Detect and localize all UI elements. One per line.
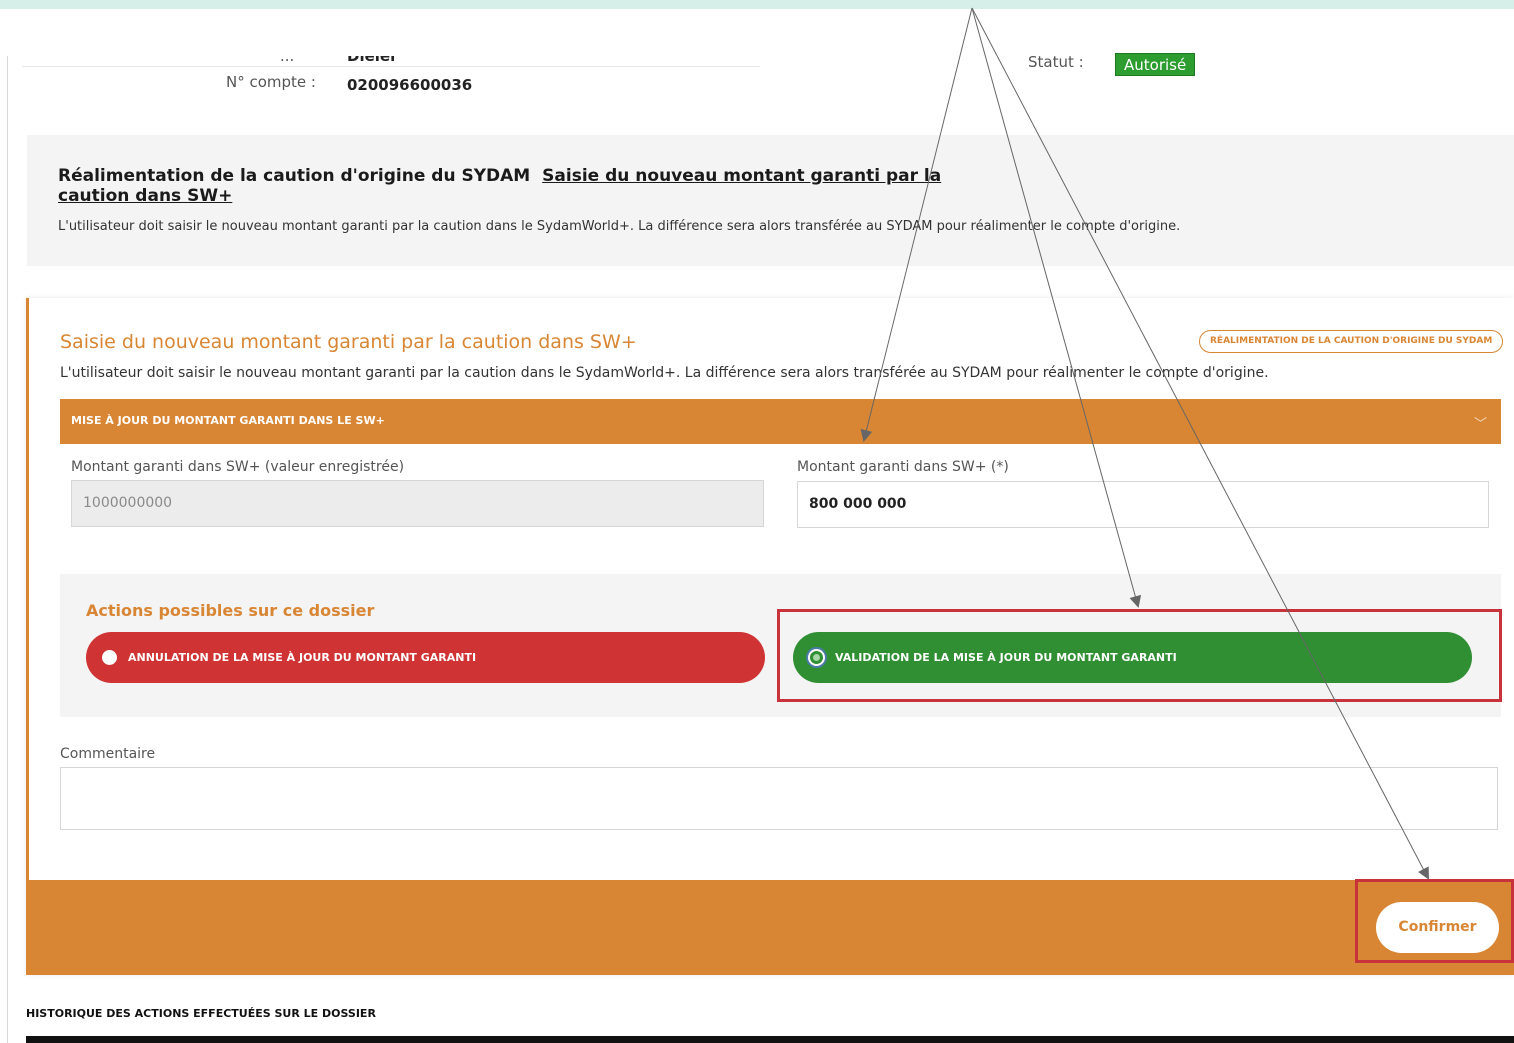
status-badge: Autorisé: [1115, 53, 1196, 76]
left-divider: [7, 56, 8, 1043]
validate-option-highlight: [777, 609, 1502, 702]
chevron-down-icon[interactable]: ﹀: [1474, 413, 1487, 432]
history-title: HISTORIQUE DES ACTIONS EFFECTUÉES SUR LE…: [26, 1007, 376, 1020]
procedure-info-box: Réalimentation de la caution d'origine d…: [27, 135, 1514, 266]
card-title: Saisie du nouveau montant garanti par la…: [60, 331, 637, 353]
account-number-value: 020096600036: [347, 76, 473, 94]
cancel-update-label: ANNULATION DE LA MISE À JOUR DU MONTANT …: [128, 651, 477, 664]
partial-info-row: ... Dielel: [22, 56, 760, 67]
procedure-title: Réalimentation de la caution d'origine d…: [58, 166, 998, 206]
top-accent-bar: [0, 0, 1514, 9]
partial-row-value: Dielel: [347, 56, 396, 65]
cancel-update-option[interactable]: ANNULATION DE LA MISE À JOUR DU MONTANT …: [86, 632, 765, 683]
status-label: Statut :: [1028, 53, 1084, 71]
new-amount-label: Montant garanti dans SW+ (*): [797, 459, 1009, 475]
recorded-amount-field: 1000000000: [71, 480, 764, 527]
radio-unchecked-icon[interactable]: [102, 650, 117, 665]
comment-label: Commentaire: [60, 746, 156, 762]
actions-title: Actions possibles sur ce dossier: [86, 601, 375, 620]
confirm-button-highlight: [1355, 879, 1514, 963]
comment-textarea[interactable]: [60, 767, 1498, 830]
section-header-amount-update[interactable]: MISE À JOUR DU MONTANT GARANTI DANS LE S…: [60, 399, 1501, 444]
history-table-header: [26, 1036, 1514, 1043]
section-header-label: MISE À JOUR DU MONTANT GARANTI DANS LE S…: [71, 414, 385, 427]
account-number-label: N° compte :: [226, 73, 316, 91]
procedure-description: L'utilisateur doit saisir le nouveau mon…: [58, 219, 1181, 234]
top-white-band: [0, 9, 1514, 56]
card-footer: Confirmer: [26, 880, 1514, 975]
card-description: L'utilisateur doit saisir le nouveau mon…: [60, 365, 1269, 381]
new-amount-input[interactable]: 800 000 000: [797, 481, 1489, 528]
card-procedure-badge: RÉALIMENTATION DE LA CAUTION D'ORIGINE D…: [1199, 330, 1504, 353]
partial-row-label: ...: [280, 56, 295, 65]
procedure-title-text: Réalimentation de la caution d'origine d…: [58, 166, 531, 186]
recorded-amount-label: Montant garanti dans SW+ (valeur enregis…: [71, 459, 405, 475]
